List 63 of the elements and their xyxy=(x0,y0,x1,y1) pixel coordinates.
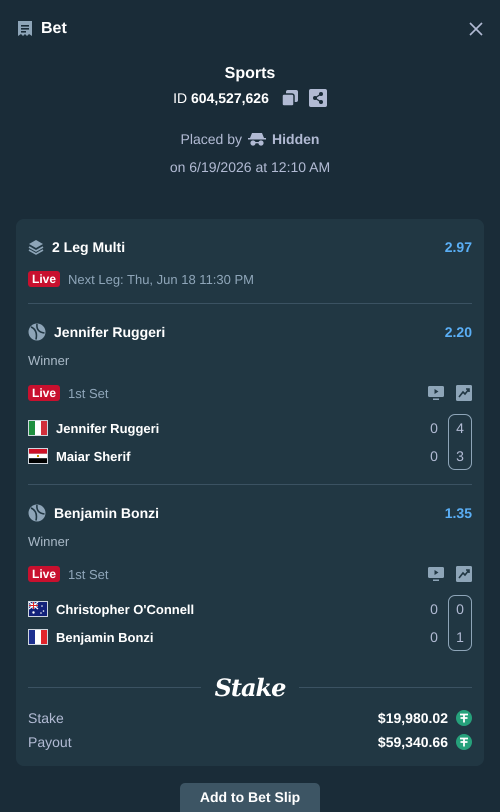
chart-icon xyxy=(456,566,472,582)
player-name: Benjamin Bonzi xyxy=(56,630,154,644)
selection-name: Benjamin Bonzi xyxy=(54,505,160,521)
receipt-icon xyxy=(17,20,33,38)
set-score: 0 xyxy=(429,419,439,437)
share-button[interactable] xyxy=(308,89,327,107)
live-stream-button[interactable] xyxy=(428,385,444,401)
tennis-ball-icon xyxy=(28,504,46,522)
period-label: 1st Set xyxy=(68,566,108,582)
flag-icon xyxy=(28,601,48,617)
placed-by-label: Placed by xyxy=(180,131,242,147)
period-label: 1st Set xyxy=(68,386,108,400)
copy-icon xyxy=(280,89,299,107)
stats-button[interactable] xyxy=(456,566,472,582)
game-score: 4 xyxy=(455,419,465,437)
tether-icon xyxy=(456,710,472,726)
live-badge: Live xyxy=(28,566,60,582)
set-score: 0 xyxy=(429,628,439,646)
tennis-ball-icon xyxy=(28,323,46,341)
flag-icon xyxy=(28,629,48,645)
chart-icon xyxy=(456,385,472,401)
tv-icon xyxy=(428,566,444,582)
game-score: 3 xyxy=(455,447,465,465)
odds-value: 2.20 xyxy=(444,324,472,340)
market-name: Winner xyxy=(28,353,70,368)
dialog-title: Bet xyxy=(41,20,67,38)
layers-icon xyxy=(28,239,44,255)
add-to-bet-slip-button[interactable]: Add to Bet Slip xyxy=(180,783,320,812)
placed-date: on 6/19/2026 at 12:10 AM xyxy=(170,159,330,175)
game-score: 0 xyxy=(455,600,465,618)
placed-by-user: Hidden xyxy=(272,131,320,147)
close-icon xyxy=(469,22,483,36)
player-name: Maiar Sherif xyxy=(56,448,130,464)
set-score: 0 xyxy=(429,447,439,465)
total-amount: $19,980.02 xyxy=(378,710,448,726)
copy-button[interactable] xyxy=(280,89,299,107)
live-badge: Live xyxy=(28,271,60,287)
total-amount: $59,340.66 xyxy=(378,734,448,750)
close-button[interactable] xyxy=(469,22,483,36)
set-score: 0 xyxy=(429,600,439,618)
tv-icon xyxy=(428,385,444,401)
player-name: Christopher O'Connell xyxy=(56,602,194,616)
bet-type-title: Sports xyxy=(224,65,276,84)
live-badge: Live xyxy=(28,385,60,401)
stats-button[interactable] xyxy=(456,385,472,401)
stake-logo: Stake xyxy=(214,673,286,702)
odds-value: 2.97 xyxy=(444,239,472,255)
total-label: Stake xyxy=(28,710,64,726)
odds-value: 1.35 xyxy=(444,505,472,521)
multi-title: 2 Leg Multi xyxy=(52,239,126,255)
total-label: Payout xyxy=(28,734,72,750)
bet-id: ID 604,527,626 xyxy=(173,90,269,106)
market-name: Winner xyxy=(28,534,70,549)
live-stream-button[interactable] xyxy=(428,566,444,582)
player-name: Jennifer Ruggeri xyxy=(56,420,160,436)
share-icon xyxy=(308,89,327,107)
incognito-icon xyxy=(248,132,266,146)
selection-name: Jennifer Ruggeri xyxy=(54,324,166,340)
tether-icon xyxy=(456,734,472,750)
game-score: 1 xyxy=(455,628,465,646)
flag-icon xyxy=(28,448,48,464)
next-leg-time: Next Leg: Thu, Jun 18 11:30 PM xyxy=(68,272,254,286)
flag-icon xyxy=(28,420,48,436)
